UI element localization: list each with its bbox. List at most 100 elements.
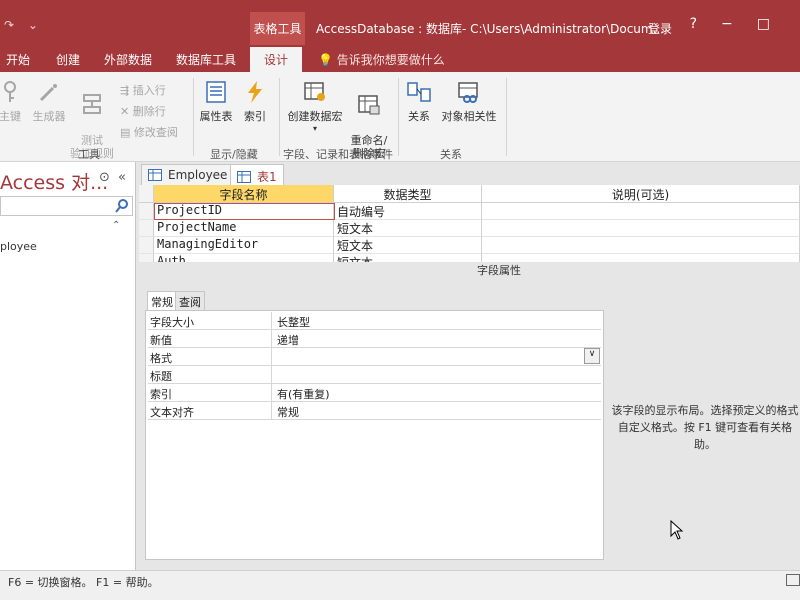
property-value[interactable]: 有(有重复) bbox=[274, 384, 601, 402]
indexes-button[interactable]: 索引 bbox=[240, 80, 270, 124]
description-cell[interactable] bbox=[482, 254, 800, 262]
field-properties-title: 字段属性 bbox=[477, 264, 521, 277]
property-sheet-icon bbox=[206, 81, 226, 103]
document-tabs: Employee 表1 bbox=[139, 162, 800, 185]
redo-icon[interactable]: ↷ bbox=[4, 18, 14, 32]
selected-cell-border bbox=[154, 203, 335, 220]
status-text: F6 = 切换窗格。 F1 = 帮助。 bbox=[8, 576, 159, 589]
wand-icon bbox=[39, 84, 57, 102]
navigation-pane: Access 对... ⊙ « ⌃ ployee bbox=[0, 162, 136, 570]
context-group-table-tools: 表格工具 bbox=[250, 12, 305, 45]
collapse-pane-icon[interactable]: « bbox=[118, 170, 126, 185]
nav-menu-icon[interactable]: ⊙ bbox=[99, 170, 110, 185]
window-controls: ?−□ bbox=[690, 16, 794, 32]
field-properties-table: 字段大小 长整型 新值 递增 格式 ∨ 标题 索引 有(有重复) 文本对齐 常规 bbox=[145, 310, 604, 560]
property-row[interactable]: 标题 bbox=[148, 366, 601, 384]
row-selector[interactable] bbox=[139, 254, 154, 262]
login-link[interactable]: 登录 bbox=[648, 20, 672, 37]
property-row[interactable]: 文本对齐 常规 bbox=[148, 402, 601, 420]
builder-button[interactable]: 生成器 bbox=[30, 80, 68, 124]
property-label: 格式 bbox=[148, 348, 272, 366]
customize-qat-icon[interactable]: ⌄ bbox=[28, 18, 38, 32]
property-label: 索引 bbox=[148, 384, 272, 402]
create-data-macros-button[interactable]: 创建数据宏 ▾ bbox=[284, 80, 346, 133]
mouse-cursor-icon bbox=[670, 520, 684, 540]
data-type-cell[interactable]: 短文本 bbox=[334, 220, 482, 237]
property-row[interactable]: 新值 递增 bbox=[148, 330, 601, 348]
table-icon bbox=[148, 169, 162, 181]
property-value[interactable]: 常规 bbox=[274, 402, 601, 420]
data-type-cell[interactable]: 短文本 bbox=[334, 237, 482, 254]
row-selector[interactable] bbox=[139, 220, 154, 237]
field-name-cell[interactable]: Auth bbox=[154, 254, 334, 262]
tab-external-data[interactable]: 外部数据 bbox=[104, 51, 152, 68]
tab-employee[interactable]: Employee bbox=[141, 164, 235, 185]
group-label-show-hide: 显示/隐藏 bbox=[210, 148, 258, 161]
tab-general[interactable]: 常规 bbox=[147, 291, 177, 310]
property-row[interactable]: 格式 ∨ bbox=[148, 348, 601, 366]
data-type-cell[interactable]: 短文本 bbox=[334, 254, 482, 262]
data-macro-icon bbox=[304, 82, 325, 101]
row-selector[interactable] bbox=[139, 203, 154, 220]
nav-item-employee[interactable]: ployee bbox=[0, 240, 37, 253]
rename-macro-icon bbox=[358, 95, 380, 115]
description-cell[interactable] bbox=[482, 220, 800, 237]
minimize-icon[interactable]: − bbox=[721, 16, 757, 32]
tell-me-label: 告诉我你想要做什么 bbox=[336, 53, 445, 67]
delete-rows-button[interactable]: ✕ 删除行 bbox=[120, 103, 166, 119]
tab-home[interactable]: 开始 bbox=[6, 51, 30, 68]
relationships-icon bbox=[407, 82, 431, 102]
property-label: 字段大小 bbox=[148, 312, 272, 330]
quick-access-toolbar[interactable]: ↷ ⌄ bbox=[4, 18, 38, 32]
tab-create[interactable]: 创建 bbox=[56, 51, 80, 68]
field-name-cell[interactable]: ProjectName bbox=[154, 220, 334, 237]
property-row[interactable]: 字段大小 长整型 bbox=[148, 312, 601, 330]
group-label-field-events: 字段、记录和表格事件 bbox=[283, 148, 393, 161]
window-title: AccessDatabase : 数据库- C:\Users\Administr… bbox=[316, 22, 665, 36]
nav-search-input[interactable] bbox=[0, 196, 133, 216]
primary-key-button[interactable]: 主键 bbox=[0, 80, 26, 124]
property-value[interactable] bbox=[274, 366, 601, 384]
dropdown-arrow-icon: ▾ bbox=[312, 124, 317, 133]
property-value[interactable]: 递增 bbox=[274, 330, 601, 348]
modify-lookups-button[interactable]: ▤ 修改查阅 bbox=[120, 124, 178, 140]
row-selector-header bbox=[139, 185, 154, 203]
object-dependencies-button[interactable]: 对象相关性 bbox=[438, 80, 500, 124]
relationships-button[interactable]: 关系 bbox=[403, 80, 435, 124]
key-icon bbox=[4, 81, 16, 102]
search-icon[interactable] bbox=[114, 198, 130, 214]
property-help-text: 该字段的显示布局。选择预定义的格式 自定义格式。按 F1 键可查看有关格 助。 bbox=[611, 404, 799, 451]
group-separator bbox=[279, 78, 280, 156]
column-header-description: 说明(可选) bbox=[482, 185, 800, 203]
tab-table1[interactable]: 表1 bbox=[230, 164, 284, 185]
title-bar: ↷ ⌄ 表格工具 AccessDatabase : 数据库- C:\Users\… bbox=[0, 0, 800, 45]
insert-rows-button[interactable]: ⇶ 插入行 bbox=[120, 82, 166, 98]
status-bar: F6 = 切换窗格。 F1 = 帮助。 bbox=[0, 570, 800, 600]
column-header-field-name: 字段名称 bbox=[154, 185, 334, 203]
description-cell[interactable] bbox=[482, 203, 800, 220]
collapse-group-icon[interactable]: ⌃ bbox=[112, 220, 120, 231]
tell-me-search[interactable]: 💡 告诉我你想要做什么 bbox=[318, 51, 445, 68]
data-type-cell[interactable]: 自动编号 bbox=[334, 203, 482, 220]
property-value[interactable]: 长整型 bbox=[274, 312, 601, 330]
nav-pane-title[interactable]: Access 对... bbox=[0, 168, 108, 195]
table-design-grid[interactable]: 字段名称 数据类型 说明(可选) ProjectID 自动编号 ProjectN… bbox=[139, 185, 800, 262]
maximize-icon[interactable]: □ bbox=[757, 16, 794, 32]
description-cell[interactable] bbox=[482, 237, 800, 254]
property-sheet-button[interactable]: 属性表 bbox=[197, 80, 235, 124]
property-row[interactable]: 索引 有(有重复) bbox=[148, 384, 601, 402]
help-icon[interactable]: ? bbox=[690, 16, 721, 32]
property-label: 新值 bbox=[148, 330, 272, 348]
dependencies-icon bbox=[458, 82, 478, 103]
chevron-down-icon[interactable]: ∨ bbox=[584, 348, 600, 364]
tab-lookup[interactable]: 查阅 bbox=[175, 291, 205, 310]
property-value[interactable] bbox=[274, 348, 601, 366]
lightning-icon bbox=[248, 81, 262, 103]
design-view-icon[interactable] bbox=[786, 574, 800, 586]
row-selector[interactable] bbox=[139, 237, 154, 254]
field-name-cell[interactable]: ManagingEditor bbox=[154, 237, 334, 254]
tab-design[interactable]: 设计 bbox=[250, 47, 303, 72]
modify-lookups-icon: ▤ bbox=[120, 126, 134, 139]
tab-database-tools[interactable]: 数据库工具 bbox=[176, 51, 236, 68]
group-label-tools: 工具 bbox=[78, 148, 100, 161]
